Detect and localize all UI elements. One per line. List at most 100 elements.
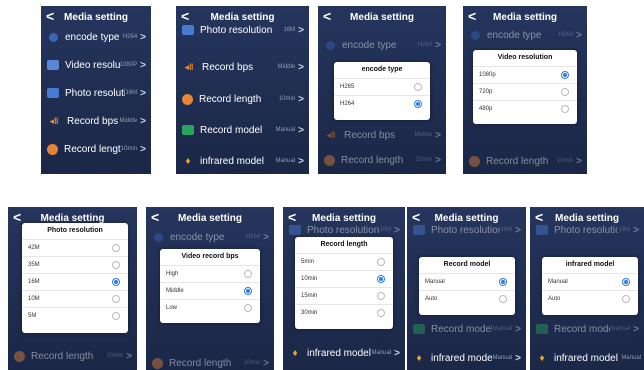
option-label: Auto — [425, 296, 438, 302]
row-value: 1080P — [119, 62, 138, 68]
radio-button-selected[interactable] — [244, 287, 252, 295]
row-value: Manual — [275, 127, 296, 133]
row-value: Middle — [277, 64, 296, 70]
radio-button-selected[interactable] — [622, 278, 630, 286]
radio-button-selected[interactable] — [499, 278, 507, 286]
radio-button-selected[interactable] — [377, 275, 385, 283]
radio-button[interactable] — [561, 105, 569, 113]
setting-row-photo-resolution[interactable]: Photo resolution 16M > — [41, 79, 151, 107]
chevron-right-icon: > — [515, 224, 521, 236]
dialog-option[interactable]: 1080p — [473, 66, 577, 83]
dialog-option[interactable]: 5min — [295, 253, 393, 270]
dialog-option[interactable]: Auto — [542, 290, 638, 307]
setting-row-record-bps[interactable]: ◂ǁ Record bps Middle > — [41, 107, 151, 135]
row-value: Manual — [492, 355, 513, 361]
photo-icon — [413, 225, 425, 235]
row-label: Record bps — [67, 115, 119, 127]
screen-length-dialog: < Media setting Photo resolution 16M > ♦… — [283, 207, 405, 370]
setting-row-video-resolution[interactable]: Video resolution 1080P > — [41, 51, 151, 79]
row-label: Photo resolution — [554, 224, 619, 236]
radio-button[interactable] — [414, 83, 422, 91]
screen-scrolled-list: < Media setting Photo resolution 16M > ◂… — [176, 6, 309, 174]
dialog-option[interactable]: 480p — [473, 100, 577, 117]
chevron-right-icon: > — [263, 357, 269, 369]
photo-icon — [47, 88, 59, 98]
option-label: Low — [166, 305, 178, 311]
clock-icon — [14, 350, 25, 362]
back-button[interactable]: < — [323, 8, 331, 24]
option-label: 480p — [479, 106, 493, 112]
back-button[interactable]: < — [13, 209, 21, 225]
page-title: Media setting — [178, 212, 242, 224]
row-label: encode type — [342, 39, 397, 51]
row-label: infrared model — [307, 347, 371, 359]
clock-icon — [182, 93, 193, 105]
dialog-option[interactable]: 42M — [22, 239, 128, 256]
dialog-option[interactable]: Auto — [419, 290, 515, 307]
radio-button[interactable] — [377, 292, 385, 300]
radio-button[interactable] — [377, 258, 385, 266]
dialog-title: Photo resolution — [47, 227, 103, 234]
radio-button[interactable] — [244, 270, 252, 278]
option-label: Manual — [425, 279, 445, 285]
video-resolution-dialog: Video resolution 1080p 720p 480p — [473, 50, 577, 124]
radio-button[interactable] — [112, 244, 120, 252]
row-value: 16M — [125, 90, 138, 96]
photo-icon — [289, 225, 301, 235]
dialog-option[interactable]: 5M — [22, 307, 128, 324]
page-title: Media setting — [350, 11, 414, 23]
option-label: Middle — [166, 288, 184, 294]
radio-button[interactable] — [377, 309, 385, 317]
option-label: 16M — [28, 279, 40, 285]
radio-button-selected[interactable] — [112, 278, 120, 286]
radio-button[interactable] — [112, 312, 120, 320]
option-label: Manual — [548, 279, 568, 285]
dialog-option[interactable]: Middle — [160, 282, 260, 299]
dialog-option[interactable]: Manual — [419, 273, 515, 290]
dialog-option[interactable]: Low — [160, 299, 260, 316]
dialog-option[interactable]: H264 — [334, 95, 430, 112]
dialog-option[interactable]: H265 — [334, 78, 430, 95]
dialog-option[interactable]: 16M — [22, 273, 128, 290]
chip-icon — [471, 30, 480, 40]
radio-button[interactable] — [561, 88, 569, 96]
dialog-option[interactable]: 30min — [295, 304, 393, 321]
radio-button[interactable] — [244, 304, 252, 312]
radio-button-selected[interactable] — [561, 71, 569, 79]
setting-row-photo-resolution[interactable]: Photo resolution 16M > — [176, 16, 309, 44]
dialog-option[interactable]: 10min — [295, 270, 393, 287]
radio-button[interactable] — [499, 295, 507, 303]
photo-resolution-dialog: Photo resolution 42M 35M 16M 10M 5M — [22, 223, 128, 333]
chevron-right-icon: > — [140, 143, 146, 155]
row-label: Record model — [554, 323, 611, 335]
radio-button-selected[interactable] — [414, 100, 422, 108]
dialog-option[interactable]: Manual — [542, 273, 638, 290]
screen-encode-dialog: < Media setting encode type H264 > ◂ǁ Re… — [318, 6, 446, 174]
option-label: 1080p — [479, 72, 496, 78]
signal-icon: ◂ǁ — [49, 116, 59, 126]
chevron-right-icon: > — [298, 93, 304, 105]
row-value: 10min — [415, 157, 433, 163]
dialog-option[interactable]: 10M — [22, 290, 128, 307]
setting-row-record-bps: ◂ǁ Record bps Middle > — [318, 121, 446, 149]
radio-button[interactable] — [112, 295, 120, 303]
setting-row-record-length[interactable]: Record length 10min > — [176, 85, 309, 113]
dialog-option[interactable]: 15min — [295, 287, 393, 304]
setting-row-encode-type[interactable]: encode type H264 > — [41, 23, 151, 51]
dialog-option[interactable]: 35M — [22, 256, 128, 273]
radio-button[interactable] — [622, 295, 630, 303]
setting-row-record-bps[interactable]: ◂ǁ Record bps Middle > — [176, 53, 309, 81]
setting-row-record-length[interactable]: Record length 10min > — [41, 135, 151, 163]
setting-row-infrared-model[interactable]: ♦ infrared model Manual > — [176, 147, 309, 174]
chevron-right-icon: > — [515, 352, 521, 364]
dialog-title: Video record bps — [181, 253, 239, 260]
radio-button[interactable] — [112, 261, 120, 269]
back-button[interactable]: < — [46, 8, 54, 24]
setting-row-record-model[interactable]: Record model Manual > — [176, 116, 309, 144]
row-label: Record bps — [344, 129, 396, 141]
dialog-option[interactable]: 720p — [473, 83, 577, 100]
option-label: 35M — [28, 262, 40, 268]
dialog-option[interactable]: High — [160, 265, 260, 282]
row-label: Record model — [431, 323, 493, 335]
row-label: encode type — [487, 29, 542, 41]
